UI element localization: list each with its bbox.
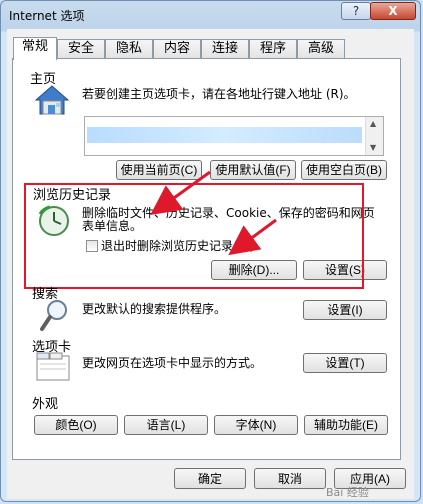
arrow-to-description [150,170,211,216]
arrow-to-checkbox [228,218,277,256]
tab-general[interactable]: 常规 [13,37,57,60]
annotation-arrows [150,170,277,256]
